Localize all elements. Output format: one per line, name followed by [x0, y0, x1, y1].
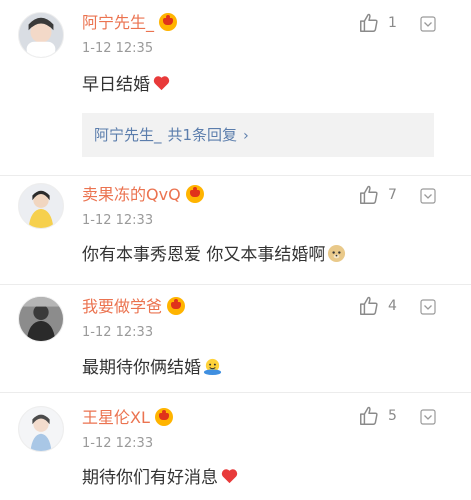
hug-emoji-icon [203, 357, 222, 376]
username[interactable]: 阿宁先生_ [82, 13, 178, 33]
username[interactable]: 卖果冻的QvQ [82, 185, 204, 205]
avatar[interactable] [18, 406, 64, 452]
chevron-down-icon[interactable] [420, 409, 436, 425]
comment-text: 早日结婚 [82, 73, 171, 97]
username-text[interactable]: 王星伦XL [82, 408, 150, 427]
username-text[interactable]: 卖果冻的QvQ [82, 185, 181, 204]
vip-badge-icon [185, 185, 204, 203]
reply-summary[interactable]: 阿宁先生_ 共1条回复 › [82, 113, 434, 157]
thumbs-up-icon[interactable] [358, 295, 380, 317]
username-text[interactable]: 阿宁先生_ [82, 13, 154, 32]
like-count: 5 [388, 408, 397, 424]
heart-emoji-icon [220, 467, 239, 486]
comment-text-content: 早日结婚 [82, 75, 150, 95]
username[interactable]: 王星伦XL [82, 408, 173, 428]
chevron-right-icon: › [243, 128, 249, 144]
chevron-down-icon[interactable] [420, 188, 436, 204]
thumbs-up-icon[interactable] [358, 405, 380, 427]
comment-text-content: 最期待你俩结婚 [82, 358, 201, 378]
timestamp: 1-12 12:35 [82, 41, 154, 56]
comment-text: 期待你们有好消息 [82, 466, 239, 490]
avatar[interactable] [18, 296, 64, 342]
comment-text-content: 你有本事秀恩爱 你又本事结婚啊 [82, 245, 326, 265]
comment-item: 我要做学爸 1-12 12:33 最期待你俩结婚 4 [0, 285, 471, 392]
avatar[interactable] [18, 183, 64, 229]
doge-emoji-icon [327, 244, 346, 263]
vip-badge-icon [167, 297, 186, 315]
chevron-down-icon[interactable] [420, 299, 436, 315]
avatar[interactable] [18, 12, 64, 58]
comment-item: 阿宁先生_ 1-12 12:35 早日结婚 阿宁先生_ 共1条回复 › 1 [0, 0, 471, 175]
comment-text: 你有本事秀恩爱 你又本事结婚啊 [82, 243, 346, 267]
vip-badge-icon [154, 408, 173, 426]
timestamp: 1-12 12:33 [82, 436, 154, 451]
reply-count[interactable]: 共1条回复 [168, 126, 238, 144]
chevron-down-icon[interactable] [420, 16, 436, 32]
like-count: 4 [388, 298, 397, 314]
comment-text: 最期待你俩结婚 [82, 356, 222, 380]
username[interactable]: 我要做学爸 [82, 297, 186, 317]
comment-text-content: 期待你们有好消息 [82, 468, 218, 488]
vip-badge-icon [159, 13, 178, 31]
comment-item: 王星伦XL 1-12 12:33 期待你们有好消息 5 [0, 393, 471, 500]
like-count: 7 [388, 187, 397, 203]
reply-author[interactable]: 阿宁先生_ [94, 126, 162, 144]
username-text[interactable]: 我要做学爸 [82, 297, 162, 316]
heart-emoji-icon [152, 74, 171, 93]
thumbs-up-icon[interactable] [358, 12, 380, 34]
timestamp: 1-12 12:33 [82, 213, 154, 228]
timestamp: 1-12 12:33 [82, 325, 154, 340]
thumbs-up-icon[interactable] [358, 184, 380, 206]
like-count: 1 [388, 15, 397, 31]
comment-item: 卖果冻的QvQ 1-12 12:33 你有本事秀恩爱 你又本事结婚啊 7 [0, 176, 471, 284]
